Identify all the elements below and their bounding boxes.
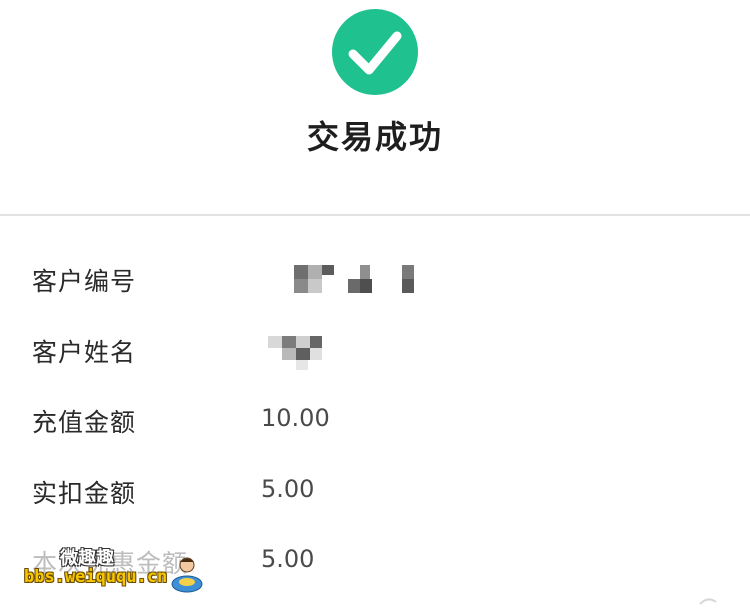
checkmark-circle-icon [332, 9, 418, 95]
detail-row-customer-name: 客户姓名 [0, 311, 750, 382]
detail-value: 5.00 [261, 474, 315, 503]
status-title: 交易成功 [306, 118, 443, 156]
divider [0, 214, 750, 216]
redacted-value-mosaic [268, 335, 322, 370]
detail-label: 充值金额 [32, 408, 137, 437]
detail-label: 客户编号 [32, 267, 137, 296]
mascot-icon [171, 557, 203, 593]
detail-label: 客户姓名 [32, 337, 137, 367]
detail-row-customer-id: 客户编号 [0, 240, 750, 311]
redacted-value-mosaic [294, 265, 414, 293]
watermark-url: bbs.weiququ.cn [24, 567, 168, 587]
detail-label: 实扣金额 [32, 478, 137, 508]
detail-row-actual-deduction: 实扣金额 5.00 [0, 452, 750, 523]
detail-row-recharge-amount: 充值金额 10.00 [0, 381, 750, 452]
corner-decoration [699, 598, 717, 605]
detail-value: 5.00 [261, 545, 315, 573]
detail-value: 10.00 [261, 404, 330, 432]
site-watermark: 微趣趣 bbs.weiququ.cn [20, 540, 203, 602]
status-header: 交易成功 [0, 0, 750, 214]
